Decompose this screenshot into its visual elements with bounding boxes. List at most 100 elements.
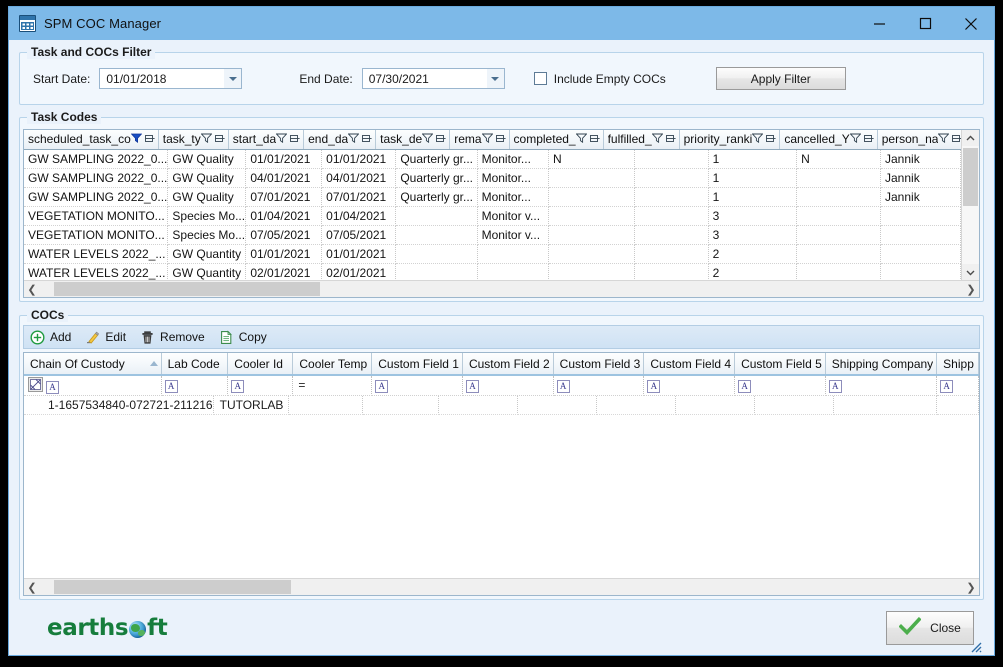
task-column-header[interactable]: task_ty [158, 130, 228, 149]
table-row[interactable]: WATER LEVELS 2022_...GW Quantity02/01/20… [24, 264, 961, 281]
table-row[interactable]: GW SAMPLING 2022_0...GW Quality01/01/202… [24, 150, 961, 169]
coc-filter-cell[interactable]: A [161, 375, 228, 395]
table-cell[interactable] [396, 226, 477, 245]
coc-column-header[interactable]: Shipp [937, 353, 979, 375]
table-cell[interactable]: N [548, 150, 634, 169]
horizontal-scroll-track[interactable] [40, 579, 963, 595]
table-cell[interactable]: 04/01/2021 [322, 169, 396, 188]
coc-column-header[interactable]: Custom Field 5 [735, 353, 826, 375]
table-cell[interactable]: GW Quality [168, 188, 246, 207]
task-column-header[interactable]: fulfilled_ [603, 130, 679, 149]
text-filter-icon[interactable]: A [46, 381, 59, 394]
table-row[interactable]: GW SAMPLING 2022_0...GW Quality 04/01/202… [24, 169, 961, 188]
scroll-left-icon[interactable]: ❮ [24, 283, 40, 296]
table-cell[interactable]: Monitor v... [477, 207, 548, 226]
table-cell[interactable]: Monitor... [477, 169, 548, 188]
table-cell[interactable]: Jannik [881, 188, 961, 207]
table-cell[interactable]: Species Mo... [168, 207, 246, 226]
coc-column-header[interactable]: Lab Code [161, 353, 228, 375]
table-cell[interactable] [754, 396, 833, 415]
table-cell[interactable] [634, 245, 708, 264]
task-column-header[interactable]: person_na [877, 130, 961, 149]
table-row[interactable]: 1-1657534840-072721-211216TUTORLAB [24, 396, 979, 415]
table-cell[interactable]: GW SAMPLING 2022_0... [24, 150, 168, 169]
table-cell[interactable] [675, 396, 754, 415]
table-cell[interactable] [548, 264, 634, 281]
table-cell[interactable]: 07/05/2021 [246, 226, 322, 245]
table-cell[interactable] [881, 207, 961, 226]
coc-filter-cell[interactable]: A [644, 375, 735, 395]
column-chooser-icon[interactable] [215, 132, 225, 146]
table-cell[interactable]: GW Quality [168, 169, 246, 188]
chevron-down-icon[interactable] [224, 69, 241, 88]
vertical-scroll-track[interactable] [962, 146, 979, 264]
table-cell[interactable] [548, 245, 634, 264]
task-codes-horizontal-scrollbar[interactable]: ❮ ❯ [24, 280, 979, 297]
filter-icon[interactable] [201, 132, 212, 146]
copy-button[interactable]: Copy [213, 326, 275, 348]
table-cell[interactable] [881, 245, 961, 264]
horizontal-scroll-track[interactable] [40, 281, 963, 297]
start-date-input[interactable]: 01/01/2018 [99, 68, 242, 89]
table-cell[interactable] [548, 169, 634, 188]
task-column-header[interactable]: priority_ranki [679, 130, 780, 149]
table-cell[interactable] [634, 207, 708, 226]
checkbox-box[interactable] [534, 72, 547, 85]
filter-icon[interactable] [850, 132, 861, 146]
text-filter-icon[interactable]: A [829, 380, 842, 393]
coc-filter-cell[interactable]: A [228, 375, 293, 395]
table-cell[interactable] [881, 264, 961, 281]
text-filter-icon[interactable]: A [647, 380, 660, 393]
table-cell[interactable] [797, 207, 881, 226]
table-cell[interactable] [396, 207, 477, 226]
filter-icon[interactable] [422, 132, 433, 146]
table-cell[interactable] [634, 264, 708, 281]
task-column-header[interactable]: cancelled_Y [780, 130, 877, 149]
text-filter-icon[interactable]: A [375, 380, 388, 393]
table-cell[interactable] [438, 396, 517, 415]
task-codes-vertical-scrollbar[interactable] [961, 130, 979, 280]
table-cell[interactable]: 3 [708, 226, 797, 245]
coc-column-header[interactable]: Chain Of Custody [24, 353, 161, 375]
table-cell[interactable]: Jannik [881, 150, 961, 169]
table-cell[interactable]: 2 [708, 245, 797, 264]
table-cell[interactable]: Jannik [881, 169, 961, 188]
table-cell[interactable] [396, 264, 477, 281]
filter-icon[interactable] [938, 132, 949, 146]
table-cell[interactable] [797, 226, 881, 245]
add-button[interactable]: Add [24, 326, 79, 348]
filter-icon[interactable] [348, 132, 359, 146]
task-column-header[interactable]: scheduled_task_co [24, 130, 158, 149]
column-chooser-icon[interactable] [436, 132, 446, 146]
table-cell[interactable] [596, 396, 675, 415]
coc-filter-cell[interactable]: = [293, 375, 372, 395]
table-cell[interactable] [634, 188, 708, 207]
maximize-icon[interactable] [902, 7, 948, 40]
table-cell[interactable] [833, 396, 936, 415]
remove-button[interactable]: Remove [134, 326, 213, 348]
text-filter-icon[interactable]: A [940, 380, 953, 393]
table-cell[interactable] [362, 396, 438, 415]
table-row[interactable]: GW SAMPLING 2022_0...GW Quality07/01/202… [24, 188, 961, 207]
column-chooser-icon[interactable] [952, 132, 961, 146]
table-cell[interactable]: Species Mo... [168, 226, 246, 245]
column-chooser-icon[interactable] [864, 132, 874, 146]
table-cell[interactable] [797, 169, 881, 188]
table-row[interactable]: WATER LEVELS 2022_...GW Quantity01/01/20… [24, 245, 961, 264]
table-cell[interactable]: 1-1657534840-072721-211216 [24, 396, 213, 415]
table-cell[interactable]: 07/01/2021 [246, 188, 322, 207]
coc-column-header[interactable]: Custom Field 2 [462, 353, 553, 375]
coc-column-header[interactable]: Shipping Company [825, 353, 936, 375]
coc-filter-cell[interactable]: A [24, 375, 161, 395]
table-cell[interactable]: GW SAMPLING 2022_0... [24, 169, 168, 188]
table-cell[interactable]: 01/01/2021 [246, 150, 322, 169]
table-cell[interactable]: 07/01/2021 [322, 188, 396, 207]
table-cell[interactable]: 1 [708, 150, 797, 169]
vertical-scroll-thumb[interactable] [963, 148, 978, 206]
table-cell[interactable]: VEGETATION MONITO... [24, 207, 168, 226]
coc-column-header[interactable]: Custom Field 4 [644, 353, 735, 375]
coc-filter-cell[interactable]: A [735, 375, 826, 395]
scroll-left-icon[interactable]: ❮ [24, 581, 40, 594]
table-cell[interactable]: 2 [708, 264, 797, 281]
table-cell[interactable] [937, 396, 979, 415]
